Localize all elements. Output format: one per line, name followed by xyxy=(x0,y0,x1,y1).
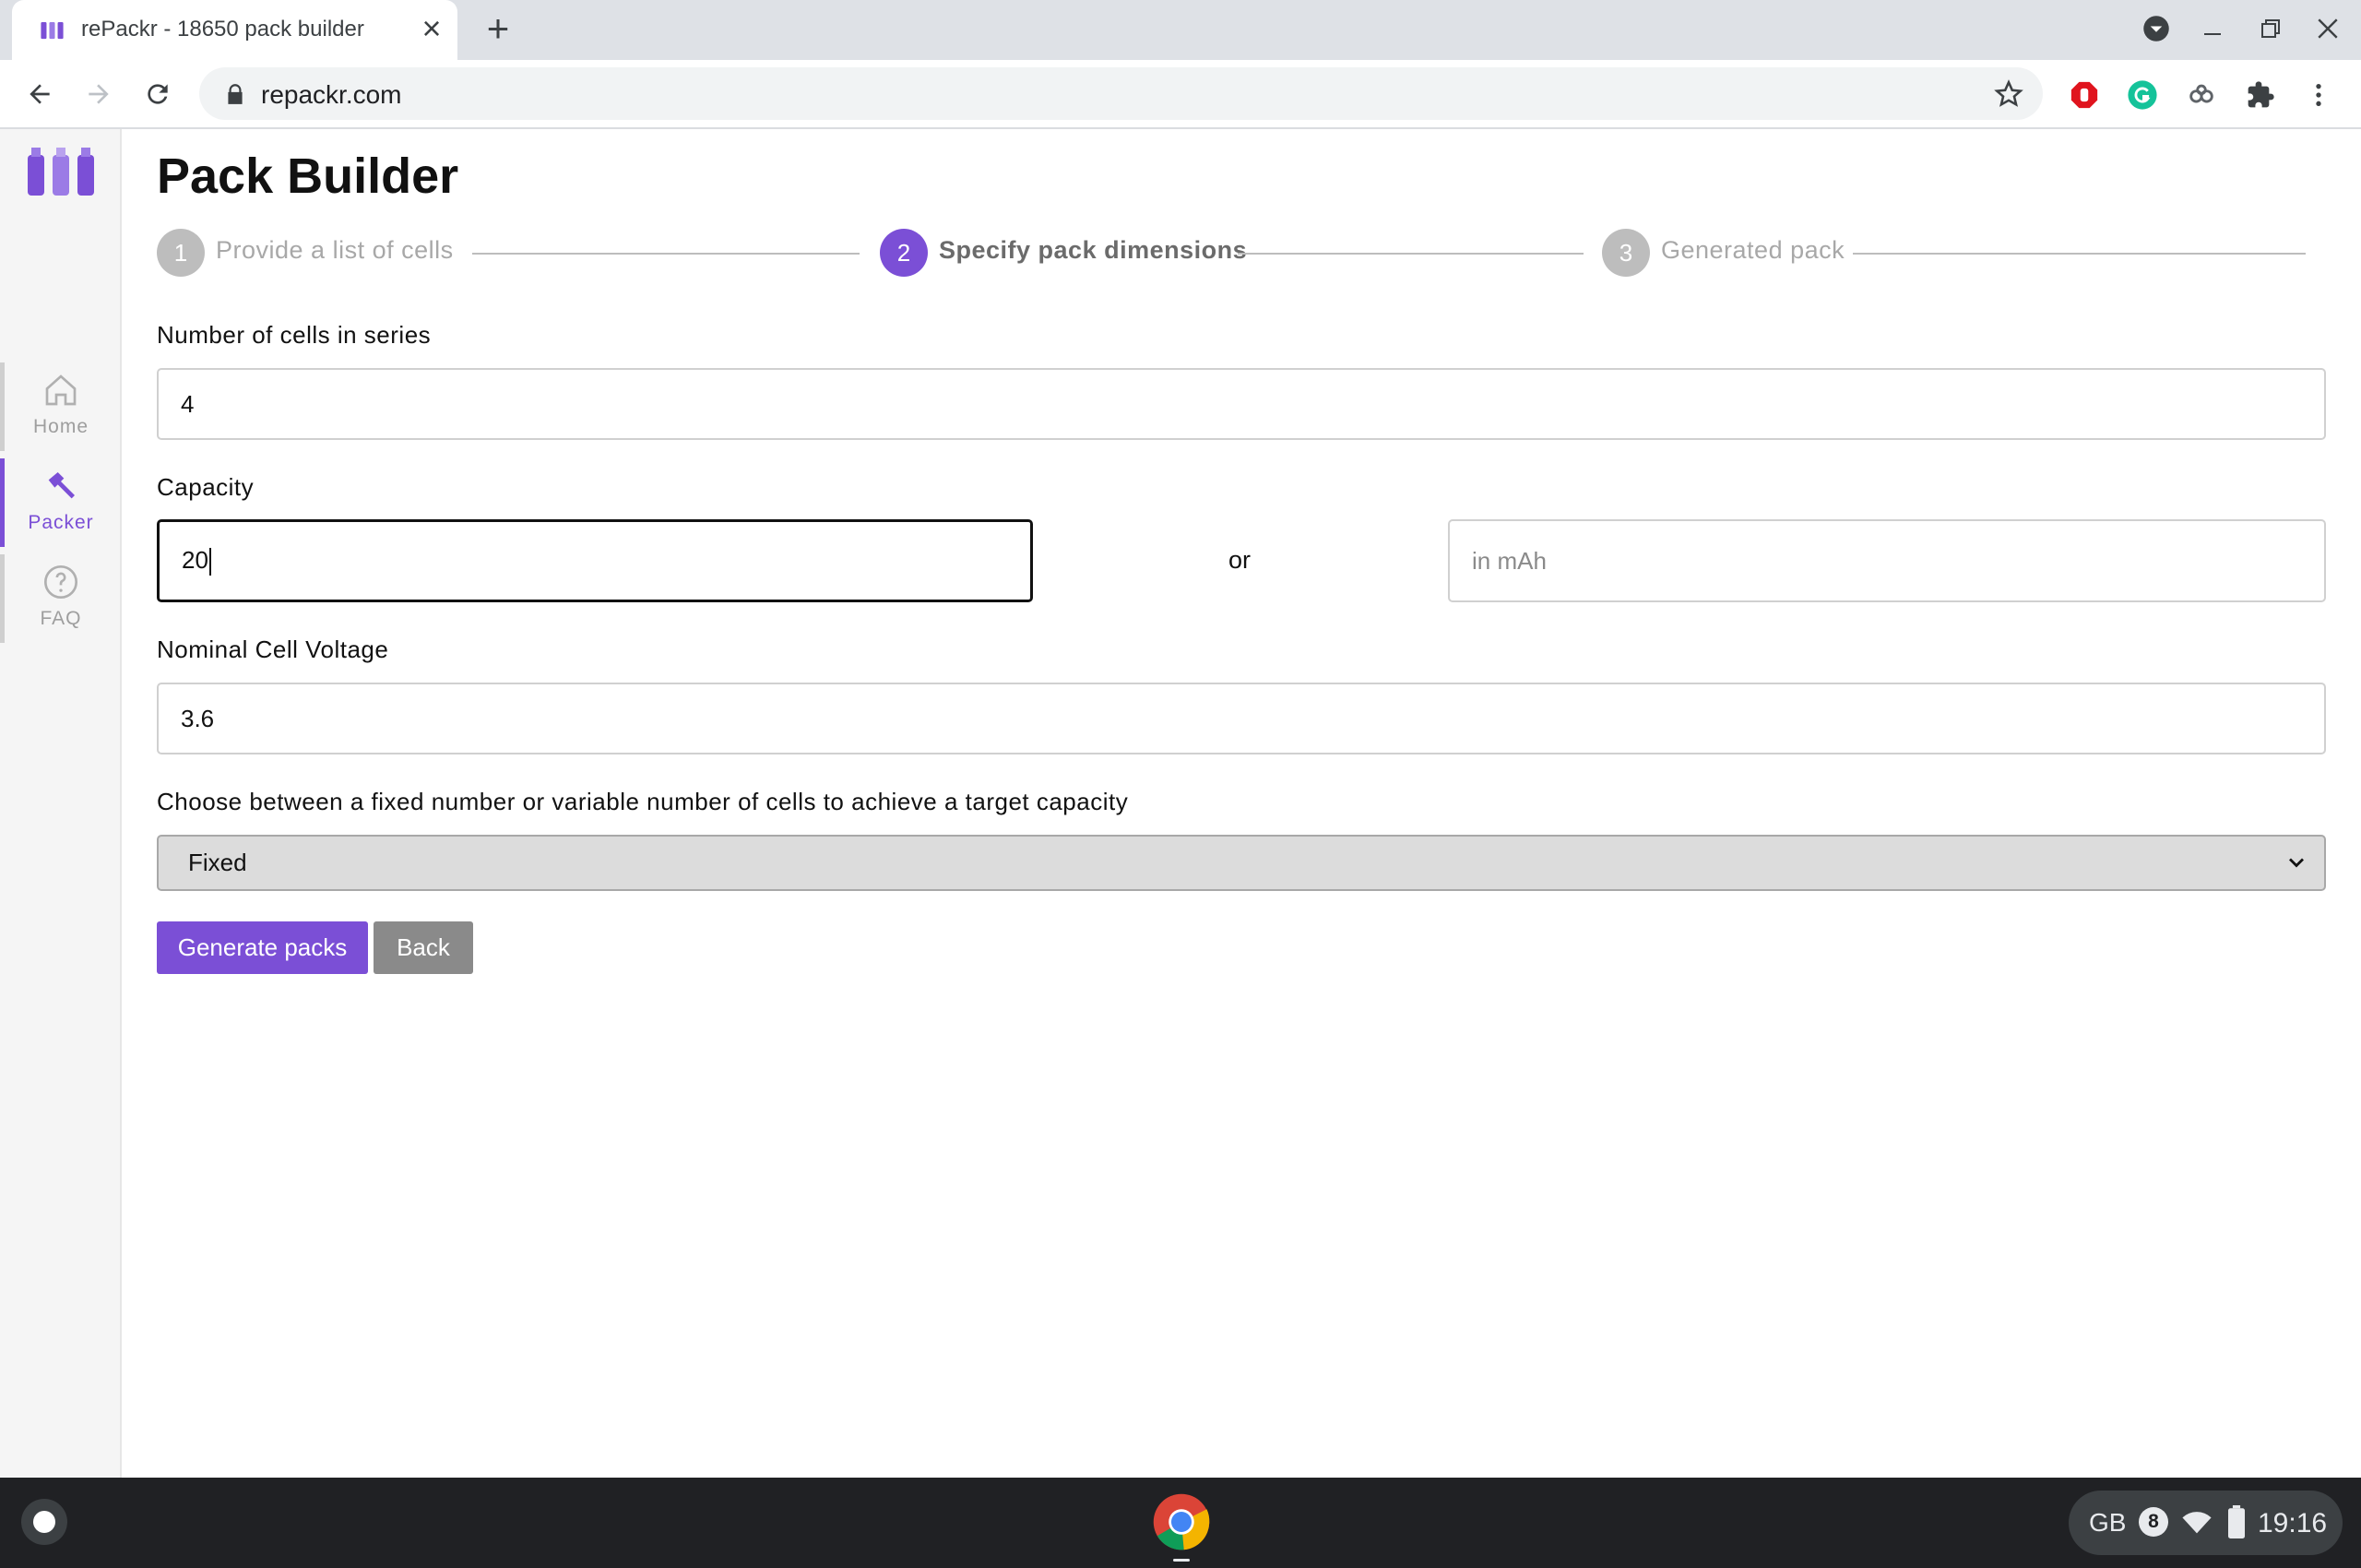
battery-icon xyxy=(2228,1505,2245,1538)
hammer-icon xyxy=(48,472,75,499)
step-3-label[interactable]: Generated pack xyxy=(1661,236,1845,265)
browser-toolbar: repackr.com xyxy=(0,60,2361,129)
voltage-label: Nominal Cell Voltage xyxy=(157,636,389,663)
browser-tab-strip: rePackr - 18650 pack builder × + xyxy=(0,0,2361,60)
step-2-circle[interactable]: 2 xyxy=(880,229,928,277)
step-1-circle[interactable]: 1 xyxy=(157,229,205,277)
browser-tab[interactable]: rePackr - 18650 pack builder × xyxy=(12,0,457,60)
system-tray[interactable]: GB 8 19:16 xyxy=(2069,1491,2343,1555)
address-bar[interactable]: repackr.com xyxy=(199,67,2043,120)
capacity-label: Capacity xyxy=(157,473,255,501)
launcher-icon xyxy=(33,1511,55,1533)
back-button[interactable]: Back xyxy=(374,921,473,974)
os-shelf: GB 8 19:16 xyxy=(0,1478,2361,1568)
keyboard-layout: GB xyxy=(2089,1508,2127,1537)
adblock-extension-icon[interactable] xyxy=(2068,78,2101,112)
step-connector xyxy=(1853,253,2306,255)
minimize-icon[interactable] xyxy=(2196,12,2229,45)
launcher-button[interactable] xyxy=(21,1499,67,1545)
app-sidebar: Home Packer FAQ xyxy=(0,129,122,1478)
page-title: Pack Builder xyxy=(157,148,459,204)
lock-icon xyxy=(228,84,243,104)
sidebar-item-label: Packer xyxy=(28,512,94,533)
step-2-label[interactable]: Specify pack dimensions xyxy=(939,236,1247,265)
grammarly-extension-icon[interactable] xyxy=(2126,78,2159,112)
step-connector xyxy=(1238,253,1584,255)
reload-icon[interactable] xyxy=(138,75,177,113)
link-extension-icon[interactable] xyxy=(2185,78,2218,112)
forward-arrow-icon[interactable] xyxy=(79,75,118,113)
wifi-icon xyxy=(2182,1512,2212,1534)
home-icon xyxy=(45,374,77,406)
clock: 19:16 xyxy=(2258,1508,2328,1538)
close-tab-icon[interactable]: × xyxy=(415,12,448,45)
mode-selected-value: Fixed xyxy=(188,849,247,876)
new-tab-button[interactable]: + xyxy=(481,9,515,48)
step-3-circle[interactable]: 3 xyxy=(1602,229,1650,277)
voltage-input[interactable]: 3.6 xyxy=(157,683,2326,754)
or-separator: or xyxy=(1228,546,1252,574)
sidebar-item-packer[interactable]: Packer xyxy=(0,458,122,547)
url-text: repackr.com xyxy=(261,80,402,109)
series-label: Number of cells in series xyxy=(157,321,432,349)
sidebar-item-faq[interactable]: FAQ xyxy=(0,554,122,643)
help-circle-icon xyxy=(44,565,77,599)
repackr-logo-icon[interactable] xyxy=(24,144,98,199)
restore-icon[interactable] xyxy=(2254,12,2287,45)
step-1-label[interactable]: Provide a list of cells xyxy=(216,236,454,265)
back-arrow-icon[interactable] xyxy=(20,75,59,113)
running-indicator xyxy=(1173,1559,1190,1562)
notification-count-badge: 8 xyxy=(2139,1507,2168,1537)
chrome-app-icon[interactable] xyxy=(1151,1491,1212,1552)
capacity-input[interactable]: 20 xyxy=(157,519,1033,602)
capacity-value: 20 xyxy=(182,546,208,574)
profile-dropdown-icon[interactable] xyxy=(2140,12,2173,45)
mode-select[interactable]: Fixed xyxy=(157,835,2326,891)
puzzle-extensions-icon[interactable] xyxy=(2244,78,2277,112)
text-caret xyxy=(208,548,211,576)
tab-title: rePackr - 18650 pack builder xyxy=(81,17,364,42)
sidebar-item-label: FAQ xyxy=(40,608,82,629)
capacity-mah-input[interactable]: in mAh xyxy=(1448,519,2326,602)
series-input[interactable]: 4 xyxy=(157,368,2326,440)
sidebar-item-label: Home xyxy=(32,416,89,437)
mode-label: Choose between a fixed number or variabl… xyxy=(157,788,1129,815)
repackr-favicon-icon xyxy=(41,22,64,40)
sidebar-item-home[interactable]: Home xyxy=(0,362,122,451)
bookmark-star-icon[interactable] xyxy=(1993,78,2024,110)
kebab-menu-icon[interactable] xyxy=(2302,78,2335,112)
main-content: Pack Builder 1 Provide a list of cells 2… xyxy=(122,129,2361,1478)
chevron-down-icon xyxy=(2289,858,2304,868)
generate-packs-button[interactable]: Generate packs xyxy=(157,921,368,974)
close-window-icon[interactable] xyxy=(2311,12,2344,45)
step-connector xyxy=(472,253,860,255)
